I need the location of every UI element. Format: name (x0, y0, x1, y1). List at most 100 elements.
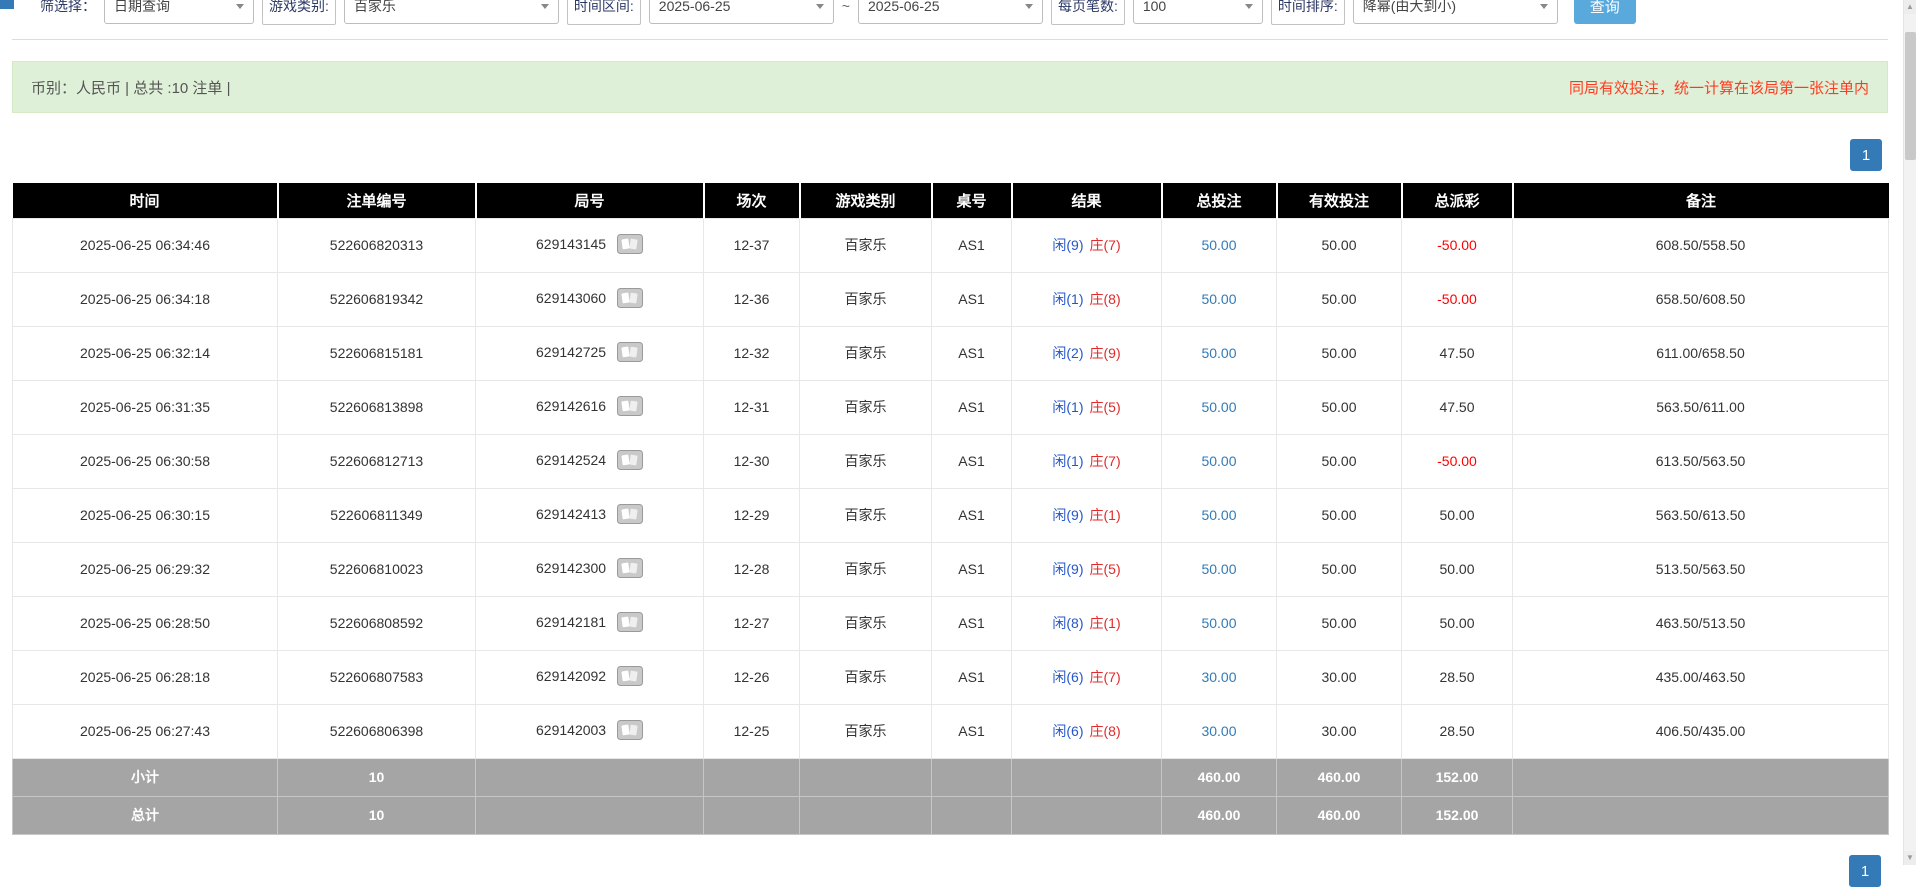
query-button[interactable]: 查询 (1574, 0, 1636, 24)
cards-replay-icon[interactable] (617, 504, 643, 527)
result-cell: 闲(1)庄(8) (1012, 272, 1162, 326)
session-number: 12-37 (704, 218, 800, 272)
empty-cell (800, 796, 932, 834)
page-size-select[interactable]: 100 (1133, 0, 1263, 24)
table-number: AS1 (932, 542, 1012, 596)
filter-type-select[interactable]: 日期查询 (104, 0, 254, 24)
total-bet-cell: 50.00 (1162, 272, 1277, 326)
round-cell: 629142413 (476, 488, 704, 542)
game-type: 百家乐 (800, 326, 932, 380)
scroll-down-arrow-icon[interactable]: ▼ (1904, 851, 1916, 865)
result-cell: 闲(9) 庄(5) (1012, 542, 1162, 596)
banker-result: 庄(5) (1090, 561, 1121, 577)
round-cell: 629142181 (476, 596, 704, 650)
table-row: 2025-06-25 06:31:35 522606813898 6291426… (13, 380, 1889, 434)
table-number: AS1 (932, 434, 1012, 488)
sort-order-select[interactable]: 降幂(由大到小) (1353, 0, 1558, 24)
table-row: 2025-06-25 06:34:18 522606819342 6291430… (13, 272, 1889, 326)
bet-time: 2025-06-25 06:28:50 (13, 596, 278, 650)
scrollbar-thumb[interactable] (1905, 32, 1916, 160)
total-bet-link[interactable]: 50.00 (1201, 237, 1236, 253)
total-total-bet: 460.00 (1162, 796, 1277, 834)
total-bet-link[interactable]: 50.00 (1201, 291, 1236, 307)
player-result: 闲(9) (1052, 507, 1083, 523)
round-id: 629142092 (536, 668, 606, 684)
session-number: 12-29 (704, 488, 800, 542)
table-header-row: 时间注单编号局号场次游戏类别桌号结果总投注有效投注总派彩备注 (13, 183, 1889, 218)
empty-cell (704, 796, 800, 834)
total-bet-link[interactable]: 50.00 (1201, 507, 1236, 523)
cards-replay-icon[interactable] (617, 558, 643, 581)
payout: 50.00 (1402, 488, 1513, 542)
payout: -50.00 (1402, 218, 1513, 272)
column-header: 备注 (1513, 183, 1889, 218)
table-row: 2025-06-25 06:28:18 522606807583 6291420… (13, 650, 1889, 704)
total-bet-link[interactable]: 50.00 (1201, 345, 1236, 361)
player-result: 闲(9) (1052, 561, 1083, 577)
chevron-down-icon (816, 4, 824, 9)
date-to-select[interactable]: 2025-06-25 (858, 0, 1043, 24)
result-cell: 闲(1)庄(7) (1012, 434, 1162, 488)
round-cell: 629143145 (476, 218, 704, 272)
summary-bar: 币别：人民币 | 总共 :10 注单 | 同局有效投注，统一计算在该局第一张注单… (12, 61, 1888, 113)
cards-replay-icon[interactable] (617, 288, 643, 311)
round-id: 629142524 (536, 452, 606, 468)
session-number: 12-25 (704, 704, 800, 758)
bet-time: 2025-06-25 06:27:43 (13, 704, 278, 758)
game-type: 百家乐 (800, 488, 932, 542)
bet-time: 2025-06-25 06:30:58 (13, 434, 278, 488)
bet-id: 522606808592 (278, 596, 476, 650)
total-bet-link[interactable]: 50.00 (1201, 561, 1236, 577)
round-cell: 629142092 (476, 650, 704, 704)
subtotal-count: 10 (278, 758, 476, 796)
round-cell: 629142524 (476, 434, 704, 488)
round-id: 629143060 (536, 290, 606, 306)
player-result: 闲(6) (1052, 669, 1083, 685)
cards-replay-icon[interactable] (617, 450, 643, 473)
cards-replay-icon[interactable] (617, 666, 643, 689)
total-label: 总计 (13, 796, 278, 834)
bet-time: 2025-06-25 06:34:46 (13, 218, 278, 272)
total-bet-link[interactable]: 30.00 (1201, 723, 1236, 739)
subtotal-valid-bet: 460.00 (1277, 758, 1402, 796)
total-bet-link[interactable]: 50.00 (1201, 453, 1236, 469)
table-number: AS1 (932, 272, 1012, 326)
cards-replay-icon[interactable] (617, 342, 643, 365)
payout: 47.50 (1402, 380, 1513, 434)
vertical-scrollbar[interactable]: ▲ ▼ (1903, 0, 1916, 865)
cards-replay-icon[interactable] (617, 612, 643, 635)
bet-id: 522606819342 (278, 272, 476, 326)
cards-replay-icon[interactable] (617, 234, 643, 257)
page-button-1-bottom[interactable]: 1 (1849, 855, 1881, 887)
page-size-value: 100 (1143, 0, 1166, 14)
session-number: 12-27 (704, 596, 800, 650)
table-row: 2025-06-25 06:30:58 522606812713 6291425… (13, 434, 1889, 488)
valid-bet: 30.00 (1277, 650, 1402, 704)
scroll-up-arrow-icon[interactable]: ▲ (1904, 0, 1916, 14)
total-bet-link[interactable]: 30.00 (1201, 669, 1236, 685)
valid-bet: 50.00 (1277, 488, 1402, 542)
empty-cell (932, 796, 1012, 834)
remark: 658.50/608.50 (1513, 272, 1889, 326)
date-from-select[interactable]: 2025-06-25 (649, 0, 834, 24)
valid-bet: 30.00 (1277, 704, 1402, 758)
subtotal-payout: 152.00 (1402, 758, 1513, 796)
game-type: 百家乐 (800, 434, 932, 488)
payout: 28.50 (1402, 704, 1513, 758)
total-bet-link[interactable]: 50.00 (1201, 615, 1236, 631)
game-type-select[interactable]: 百家乐 (344, 0, 559, 24)
table-number: AS1 (932, 650, 1012, 704)
round-id: 629143145 (536, 236, 606, 252)
round-cell: 629143060 (476, 272, 704, 326)
payout: -50.00 (1402, 434, 1513, 488)
column-header: 场次 (704, 183, 800, 218)
date-range-separator: ~ (842, 0, 850, 14)
page-button-1[interactable]: 1 (1850, 139, 1882, 171)
cards-replay-icon[interactable] (617, 720, 643, 743)
cards-replay-icon[interactable] (617, 396, 643, 419)
total-bet-link[interactable]: 50.00 (1201, 399, 1236, 415)
banker-result: 庄(7) (1090, 669, 1121, 685)
bet-time: 2025-06-25 06:34:18 (13, 272, 278, 326)
remark: 406.50/435.00 (1513, 704, 1889, 758)
round-cell: 629142616 (476, 380, 704, 434)
